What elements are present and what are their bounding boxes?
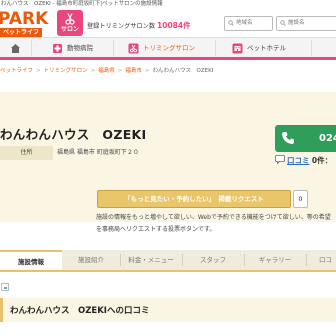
salon-category-badge[interactable]: サロン: [57, 10, 83, 36]
nav-trimming[interactable]: トリミングサロン: [128, 38, 195, 58]
review-section-title: わんわんハウス OZEKIへの口コミ: [10, 306, 150, 316]
tab-staff[interactable]: スタッフ: [182, 250, 244, 270]
scissors-icon: [65, 13, 75, 25]
main-nav: 動物病院 トリミングサロン ペットホテル: [0, 37, 336, 60]
scissors-icon: [128, 43, 139, 54]
request-description: 施設の情報をもっと増やして欲しい、Webで予約できる機能をつけて欲しい、等の希望…: [96, 214, 331, 233]
logo-subtitle[interactable]: ペットライフ: [0, 28, 42, 37]
nav-divider: [311, 40, 312, 56]
review-count: 0件：: [311, 156, 333, 165]
tab-gallery[interactable]: ギャラリー: [244, 250, 306, 270]
hospital-icon: [53, 44, 62, 53]
tab-reviews[interactable]: 口コ: [306, 250, 336, 270]
home-icon: [11, 44, 20, 53]
salon-badge-label: サロン: [60, 26, 79, 33]
area-search-field[interactable]: 地域名: [224, 16, 273, 31]
area-placeholder: 地域名: [236, 20, 253, 26]
review-link[interactable]: 口コミ: [287, 156, 310, 165]
hotel-icon: [232, 43, 243, 54]
site-header: PARK ペットライフ サロン 登録トリミングサロン数 10084件 地域名 施…: [0, 9, 336, 37]
site-logo[interactable]: PARK: [0, 9, 48, 29]
phone-number: 024: [319, 133, 336, 144]
nav-divider: [215, 40, 216, 56]
breadcrumb-link[interactable]: トリミングサロン: [44, 68, 88, 74]
registered-count-text: 登録トリミングサロン数 10084件: [87, 20, 191, 31]
page-title: わんわんハウス OZEKI: [0, 127, 147, 142]
address-value: 福島県 福島市 町庭坂町下２０: [57, 149, 139, 156]
registered-label: 登録トリミングサロン数: [87, 23, 156, 30]
tab-facility-intro[interactable]: 施設紹介: [62, 250, 120, 270]
facility-tabs: 施設情報 施設紹介 料金・メニュー スタッフ ギャラリー 口コ: [0, 250, 336, 272]
search-icon: [228, 20, 234, 26]
breadcrumb-link[interactable]: 福島市: [125, 68, 142, 74]
nav-divider: [113, 40, 114, 56]
breadcrumb-link[interactable]: ペットライフ: [0, 68, 33, 74]
tab-facility-info[interactable]: 施設情報: [0, 250, 62, 270]
nav-vet[interactable]: 動物病院: [52, 38, 93, 58]
phone-button[interactable]: 024: [275, 125, 336, 152]
breadcrumb-current: わんわんハウス OZEKI: [152, 68, 214, 74]
review-section-header: わんわんハウス OZEKIへの口コミ: [0, 298, 336, 322]
listing-request-button[interactable]: 「もっと見たい・予約したい」 掲載リクエスト: [97, 190, 291, 208]
breadcrumb: ペットライフ > トリミングサロン > 福島県 > 福島市 > わんわんハウス OZEKI: [0, 68, 214, 74]
breadcrumb-link[interactable]: 福島県: [98, 68, 115, 74]
speech-bubble-icon: [275, 155, 285, 164]
nav-divider: [31, 40, 32, 56]
review-summary: 口コミ 0件：: [275, 155, 332, 166]
search-icon: [280, 20, 286, 26]
nav-home[interactable]: [0, 38, 31, 58]
facility-placeholder: 施設名: [288, 20, 305, 26]
registered-count: 10084件: [157, 21, 191, 30]
request-count: 0: [293, 190, 308, 208]
nav-hotel[interactable]: ペットホテル: [232, 38, 286, 58]
address-label: 住所: [0, 146, 53, 160]
page-caption: わんハウス OZEKI - 福島市町庭坂町下|ペットサロンの施設情報: [0, 0, 336, 9]
tab-price-menu[interactable]: 料金・メニュー: [120, 250, 182, 270]
facility-search-field[interactable]: 施設名: [276, 16, 336, 31]
phone-icon: [282, 132, 294, 144]
broken-image-icon: [1, 283, 9, 291]
